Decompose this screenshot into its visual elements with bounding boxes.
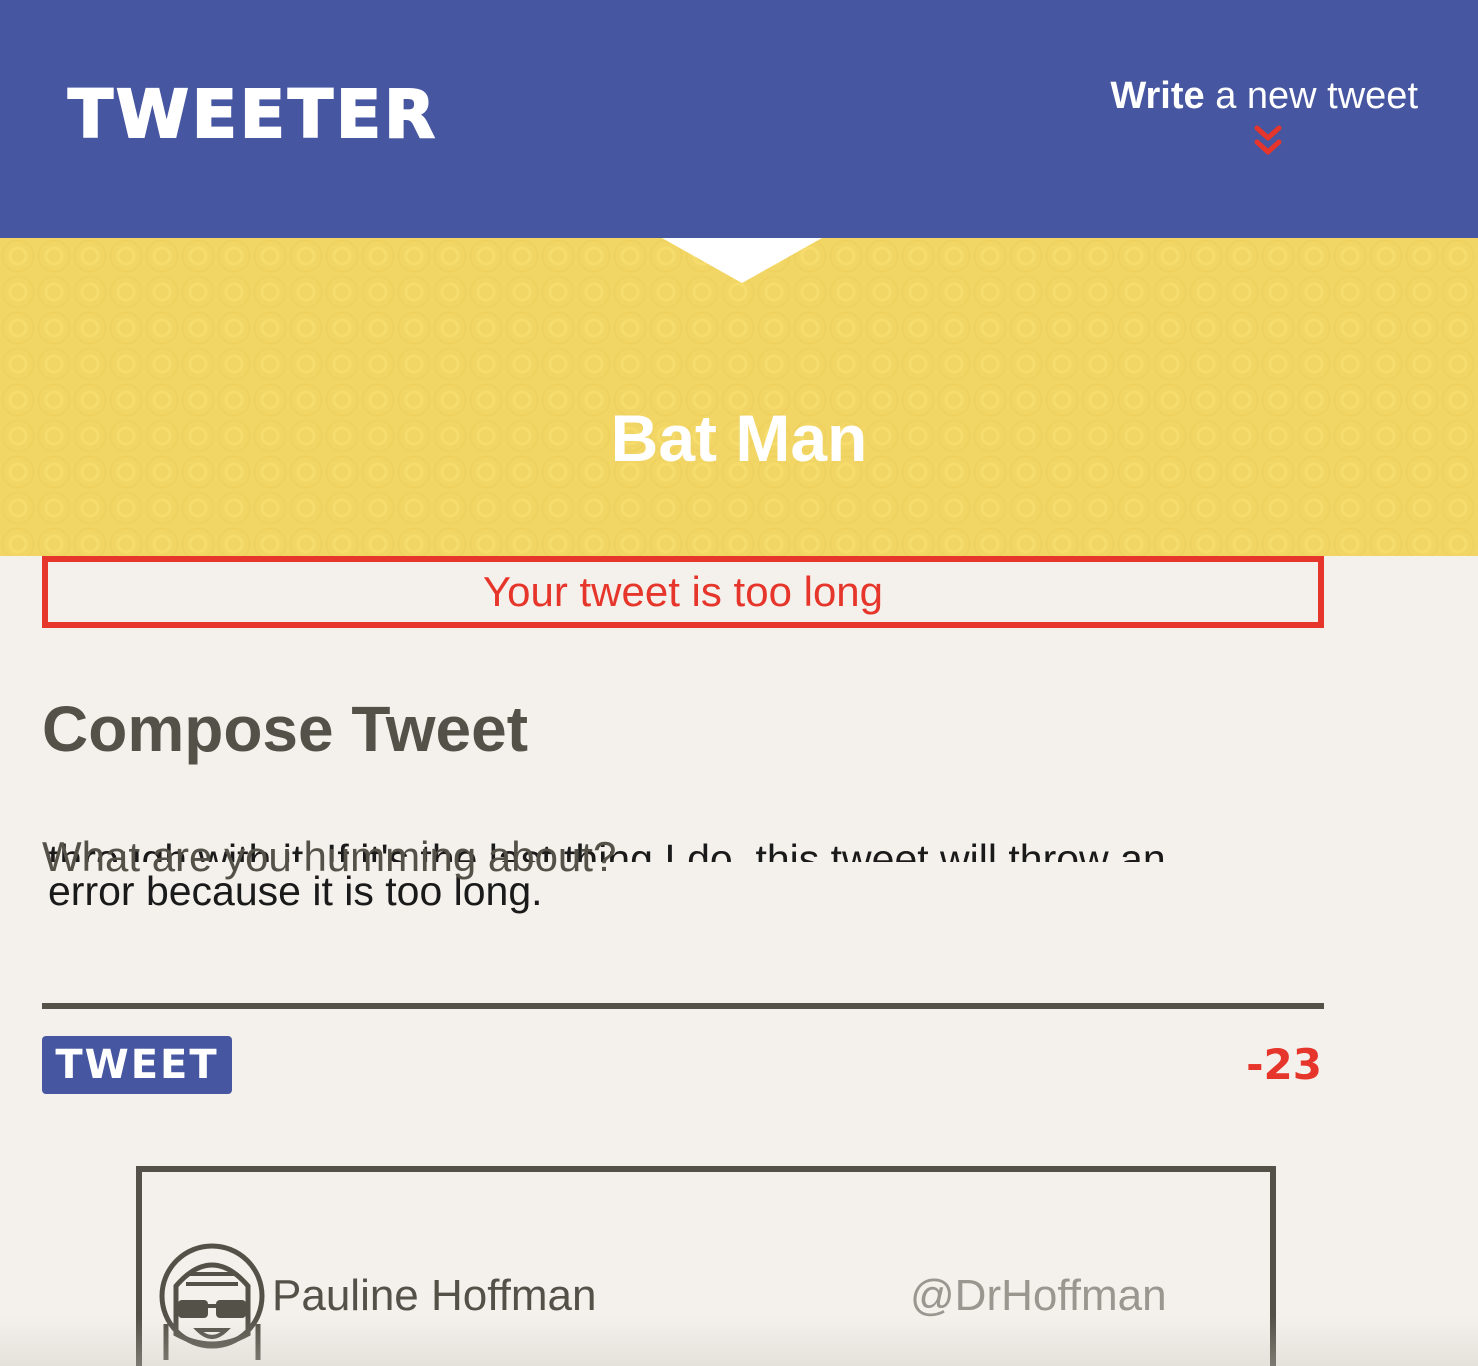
double-chevron-down-icon[interactable]: [1253, 122, 1283, 162]
tweet-textarea-label: What are you humming about?: [42, 833, 617, 880]
write-new-tweet-link-bold: Write: [1110, 75, 1205, 117]
app-logo[interactable]: TWEETER: [67, 81, 438, 149]
profile-header: [0, 238, 1478, 556]
page: TWEETER Write a new tweet Bat Man Your t…: [0, 0, 1478, 1366]
top-nav: TWEETER Write a new tweet: [0, 0, 1478, 238]
header-notch: [662, 238, 822, 283]
error-message: Your tweet is too long: [42, 556, 1324, 628]
tweet-submit-button[interactable]: TWEET: [42, 1036, 232, 1094]
textarea-underline: [42, 1003, 1324, 1009]
profile-username: Bat Man: [610, 401, 868, 475]
character-counter: -23: [1246, 1040, 1322, 1089]
tweet-textarea[interactable]: What are you humming about? through with…: [42, 830, 1324, 1010]
write-new-tweet-link-rest: a new tweet: [1204, 75, 1418, 117]
write-new-tweet-link[interactable]: Write a new tweet: [1110, 75, 1418, 118]
avatar-icon: [159, 1243, 265, 1360]
tweet-card: Pauline Hoffman @DrHoffman: [136, 1166, 1276, 1366]
tweet-author-name: Pauline Hoffman: [272, 1271, 597, 1320]
tweet-author-handle: @DrHoffman: [910, 1271, 1167, 1320]
compose-title: Compose Tweet: [42, 693, 528, 765]
